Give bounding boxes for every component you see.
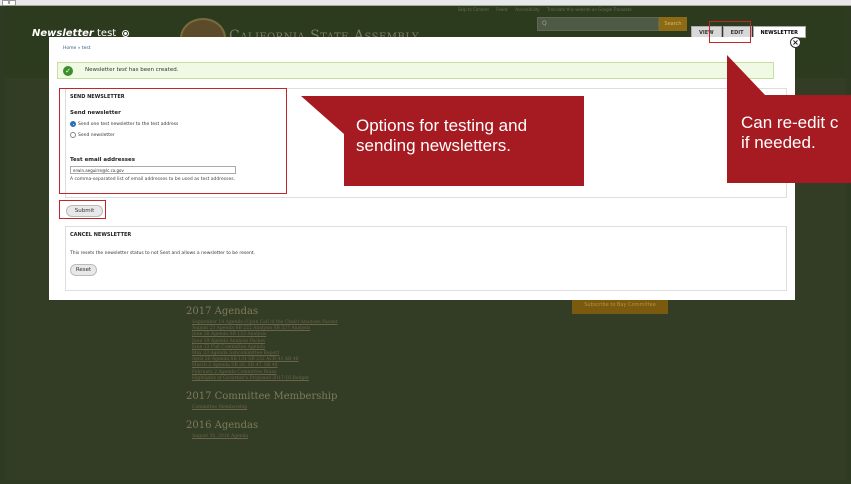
agenda-list: September 14 Agenda (Upon Call of the Ch… [186, 320, 566, 382]
membership-list: Committee Membership [186, 405, 566, 411]
submit-highlight [59, 200, 106, 219]
skip-link[interactable]: Feeds [496, 7, 508, 12]
search-button[interactable]: Search [659, 17, 687, 31]
status-message: ✓ Newsletter test has been created. [57, 62, 774, 79]
reset-button[interactable]: Reset [70, 264, 97, 276]
breadcrumb[interactable]: Home » test [63, 46, 91, 51]
search-input[interactable]: Q [537, 17, 659, 31]
options-callout: Options for testing and sending newslett… [356, 116, 527, 156]
cancel-description: This resets the newsletter status to not… [70, 251, 256, 256]
list-item[interactable]: August 30, 2016 Agenda [186, 434, 566, 440]
list-item[interactable]: Highlights of Governor's Proposed 2017-1… [186, 376, 566, 382]
status-prefix: Newsletter [85, 67, 117, 73]
edit-callout-line: if needed. [741, 133, 816, 152]
section-heading: 2016 Agendas [186, 420, 259, 432]
options-callout-line: sending newsletters. [356, 136, 511, 155]
close-icon[interactable]: × [790, 37, 801, 48]
skip-link[interactable]: Accessibility [515, 7, 540, 12]
skip-link[interactable]: Translate this website on Google Transla… [547, 7, 632, 12]
fieldset-legend: CANCEL NEWSLETTER [70, 232, 132, 238]
skip-link[interactable]: Skip to Content [458, 7, 489, 12]
search-icon: Q [542, 20, 547, 27]
edit-callout-line: Can re-edit c [741, 113, 839, 132]
section-heading: 2017 Committee Membership [186, 391, 338, 403]
status-text: Newsletter test has been created. [85, 67, 178, 73]
check-icon: ✓ [63, 66, 73, 76]
edit-callout: Can re-edit c if needed. [741, 113, 838, 153]
cancel-newsletter-fieldset: CANCEL NEWSLETTER This resets the newsle… [65, 226, 787, 291]
status-newsletter-name: test [116, 67, 128, 73]
section-heading: 2017 Agendas [186, 306, 259, 317]
shortcut-icon[interactable] [122, 29, 130, 37]
send-options-highlight [59, 88, 287, 194]
options-callout-line: Options for testing and [356, 116, 528, 135]
background-content: 2017 Agendas September 14 Agenda (Upon C… [186, 306, 566, 449]
agenda-list-2016: August 30, 2016 Agenda [186, 434, 566, 440]
list-item[interactable]: Committee Membership [186, 405, 566, 411]
edit-tab-highlight [709, 21, 751, 43]
status-suffix: has been created. [127, 67, 179, 73]
skip-links: Skip to Content Feeds Accessibility Tran… [458, 7, 638, 12]
